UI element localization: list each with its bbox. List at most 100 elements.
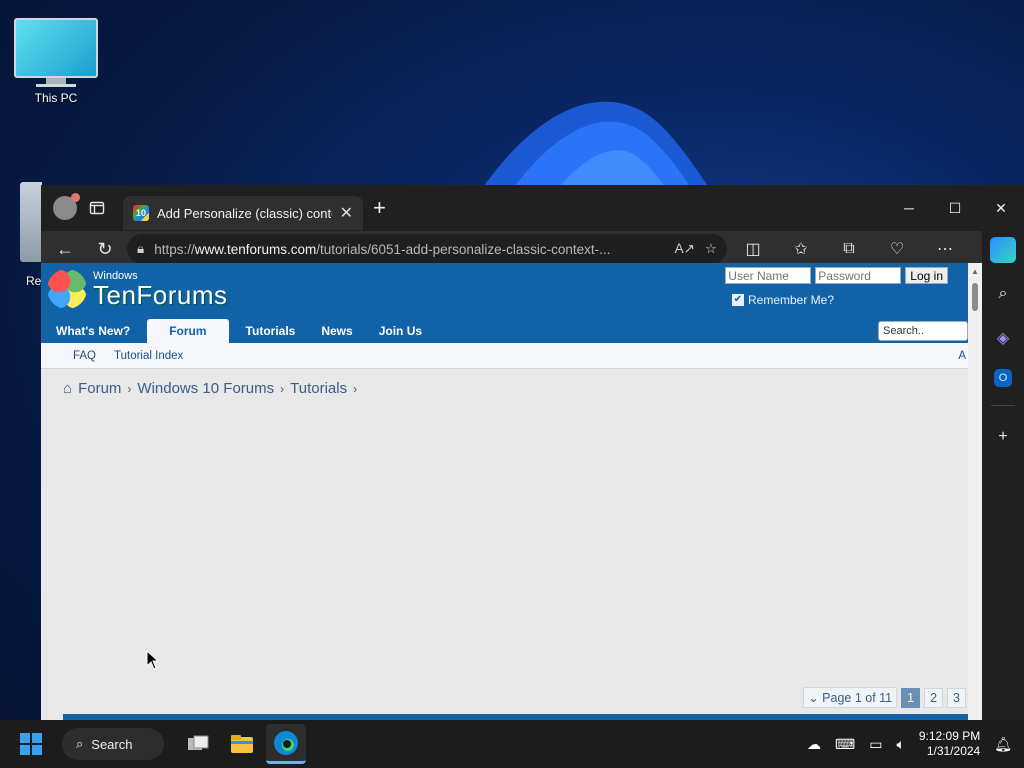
sub-nav: FAQ Tutorial Index A — [41, 343, 968, 369]
url-text: https://www.tenforums.com/tutorials/6051… — [154, 241, 611, 257]
favorite-star-icon[interactable]: ☆ — [705, 241, 717, 257]
breadcrumb-windows-10-forums[interactable]: Windows 10 Forums — [137, 380, 274, 397]
copilot-icon[interactable] — [990, 237, 1016, 263]
login-form: Log in — [725, 267, 948, 284]
pagination: ⌄ Page 1 of 11 1 2 3 — [803, 687, 966, 708]
task-view-icon — [188, 735, 209, 750]
search-icon: ⌕ — [76, 736, 84, 751]
more-menu-icon[interactable]: ⋯ — [923, 234, 967, 264]
tenforums-favicon-icon: 10 — [133, 205, 149, 221]
chevron-right-icon: › — [353, 381, 358, 396]
web-page: Windows TenForums Log in ✔ Remember Me? … — [41, 263, 968, 720]
desktop-icon-label: This PC — [34, 91, 78, 105]
microsoft-365-icon[interactable]: ◈ — [990, 325, 1016, 351]
breadcrumb: ⌂ Forum › Windows 10 Forums › Tutorials … — [63, 380, 357, 397]
favorites-icon[interactable]: ✩ — [779, 234, 823, 264]
profile-button[interactable] — [49, 192, 81, 224]
edge-taskbar-button[interactable] — [266, 724, 306, 764]
lock-icon: 🔒︎ — [137, 241, 145, 256]
minimize-icon[interactable]: ─ — [886, 192, 932, 224]
folder-icon — [231, 735, 253, 753]
maximize-icon[interactable]: ☐ — [932, 192, 978, 224]
volume-muted-icon[interactable]: 🔈︎ — [896, 736, 904, 753]
keyboard-icon[interactable]: ⌨ — [835, 736, 855, 753]
split-screen-icon[interactable]: ◫ — [731, 234, 775, 264]
desktop-icon-label: Re — [26, 274, 42, 288]
browser-window: 10 Add Personalize (classic) context ✕ +… — [41, 185, 1024, 720]
outlook-icon[interactable]: O — [994, 369, 1012, 387]
site-header: Windows TenForums Log in ✔ Remember Me? — [41, 263, 968, 319]
browser-tab[interactable]: 10 Add Personalize (classic) context ✕ — [123, 196, 363, 230]
onedrive-offline-icon[interactable]: ☁︎ — [807, 736, 821, 753]
desktop-icon-recycle-bin[interactable]: Re — [20, 182, 42, 288]
network-icon[interactable]: ▭ — [869, 736, 882, 753]
page-1[interactable]: 1 — [901, 687, 921, 708]
windows-orb-icon — [47, 269, 87, 309]
tab-actions-icon — [89, 201, 105, 215]
password-input[interactable] — [815, 267, 902, 284]
sidebar-divider — [991, 405, 1015, 406]
nav-news[interactable]: News — [312, 319, 361, 343]
nav-tutorials[interactable]: Tutorials — [237, 319, 305, 343]
username-input[interactable] — [725, 267, 812, 284]
taskbar-search-label: Search — [91, 736, 133, 752]
remember-checkbox[interactable]: ✔ — [732, 294, 744, 306]
scroll-up-icon[interactable]: ▲ — [971, 267, 979, 276]
tab-title: Add Personalize (classic) context — [157, 205, 332, 221]
home-icon[interactable]: ⌂ — [63, 380, 72, 397]
start-button[interactable] — [8, 724, 54, 764]
close-tab-icon[interactable]: ✕ — [340, 203, 353, 223]
clock-time: 9:12:09 PM — [918, 729, 981, 743]
subnav-tutorial-index[interactable]: Tutorial Index — [114, 350, 183, 362]
new-tab-icon[interactable]: + — [373, 195, 386, 221]
subnav-faq[interactable]: FAQ — [73, 350, 96, 362]
edge-icon — [274, 730, 298, 755]
edge-sidebar: ⌕ ◈ O + — [982, 231, 1024, 720]
nav-join-us[interactable]: Join Us — [370, 319, 431, 343]
task-view-button[interactable] — [178, 724, 218, 764]
windows-logo-icon — [20, 733, 42, 755]
add-icon[interactable]: + — [990, 424, 1016, 450]
file-explorer-button[interactable] — [222, 724, 262, 764]
remember-label: Remember Me? — [748, 293, 835, 307]
nav-whats-new[interactable]: What's New? — [47, 319, 139, 343]
browser-essentials-icon[interactable]: ♡ — [875, 234, 919, 264]
refresh-icon[interactable]: ↻ — [87, 234, 123, 264]
chevron-right-icon: › — [127, 381, 132, 396]
address-bar-row: ← ↻ 🔒︎ https://www.tenforums.com/tutoria… — [41, 231, 1024, 267]
close-window-icon[interactable]: ✕ — [978, 192, 1024, 224]
notification-bell-icon[interactable]: 🔔︎ — [994, 736, 1012, 753]
mouse-cursor-icon — [146, 650, 160, 670]
taskbar: ⌕ Search ☁︎ ⌨ ▭ 🔈︎ 9:12:09 PM 1/31/2024 … — [0, 720, 1024, 768]
read-aloud-icon[interactable]: A↗ — [675, 241, 695, 257]
monitor-icon — [14, 18, 98, 78]
page-3[interactable]: 3 — [947, 687, 966, 708]
clock[interactable]: 9:12:09 PM 1/31/2024 — [919, 729, 980, 759]
back-icon[interactable]: ← — [47, 234, 83, 264]
nav-forum[interactable]: Forum — [147, 319, 229, 343]
tenforums-logo[interactable]: Windows TenForums — [47, 269, 228, 309]
logo-tenforums-text: TenForums — [93, 279, 228, 310]
collections-icon[interactable]: ⧉ — [827, 234, 871, 264]
chevron-right-icon: › — [280, 381, 285, 396]
breadcrumb-forum[interactable]: Forum — [78, 380, 121, 397]
breadcrumb-tutorials[interactable]: Tutorials — [290, 380, 347, 397]
search-icon[interactable]: ⌕ — [990, 281, 1016, 307]
page-scrollbar[interactable]: ▲ — [968, 263, 982, 720]
site-search-input[interactable]: Search.. — [878, 321, 968, 341]
system-tray: ☁︎ ⌨ ▭ 🔈︎ 9:12:09 PM 1/31/2024 🔔︎ — [807, 729, 1024, 759]
scroll-thumb[interactable] — [972, 283, 978, 311]
desktop-icon-this-pc[interactable]: This PC — [14, 18, 98, 105]
page-indicator[interactable]: ⌄ Page 1 of 11 — [803, 687, 898, 708]
remember-me[interactable]: ✔ Remember Me? — [732, 293, 834, 307]
subnav-right-link[interactable]: A — [958, 350, 966, 362]
recycle-bin-icon — [20, 182, 42, 262]
clock-date: 1/31/2024 — [926, 744, 981, 758]
address-bar[interactable]: 🔒︎ https://www.tenforums.com/tutorials/6… — [127, 234, 727, 264]
profile-avatar-icon — [53, 193, 80, 220]
tab-actions-button[interactable] — [81, 192, 113, 224]
taskbar-search[interactable]: ⌕ Search — [62, 728, 164, 760]
login-button[interactable]: Log in — [905, 267, 948, 284]
site-nav: What's New? Forum Tutorials News Join Us… — [41, 319, 968, 343]
page-2[interactable]: 2 — [924, 687, 944, 708]
